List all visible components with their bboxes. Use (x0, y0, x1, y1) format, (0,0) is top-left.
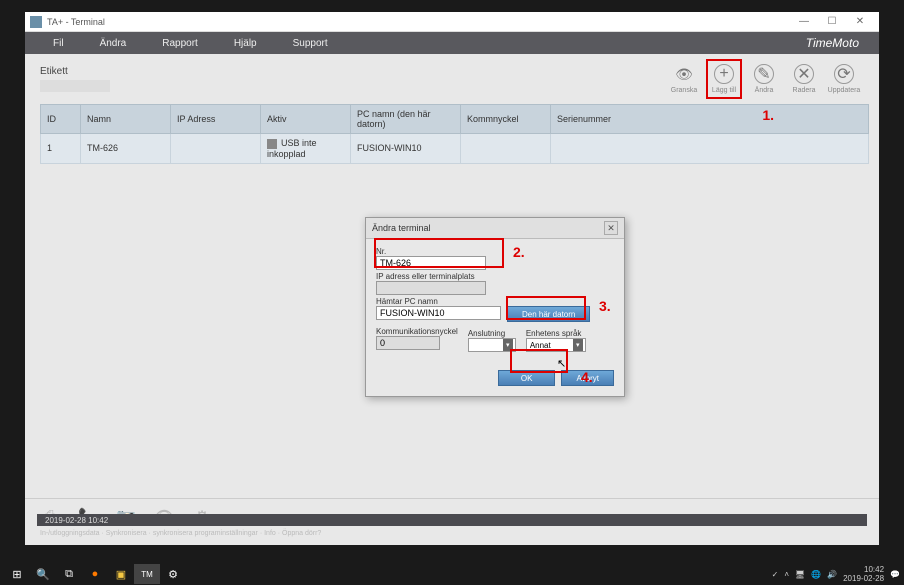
edit-icon: ✎ (754, 64, 774, 84)
cursor-icon: ↖ (557, 357, 566, 370)
this-pc-button[interactable]: Den här datorn (507, 306, 590, 322)
review-button[interactable]: 👁 Granska (666, 59, 702, 99)
table-row[interactable]: 1 TM-626 USB inte inkopplad FUSION-WIN10 (41, 134, 869, 164)
maximize-button[interactable]: ☐ (818, 13, 846, 31)
menu-andra[interactable]: Ändra (82, 32, 145, 54)
tray-notifications-icon[interactable]: 💬 (890, 570, 900, 579)
minimize-button[interactable]: — (790, 13, 818, 31)
files-icon[interactable]: ▣ (108, 564, 134, 584)
pc-label: Hämtar PC namn (376, 297, 614, 306)
ansl-label: Anslutning (468, 329, 516, 338)
ok-button[interactable]: OK (498, 370, 556, 386)
taskview-button[interactable]: ⧉ (56, 564, 82, 584)
th-serie[interactable]: Serienummer (551, 105, 869, 134)
dialog-close-button[interactable]: ✕ (604, 221, 618, 235)
app-taskbar-icon[interactable]: TM (134, 564, 160, 584)
status-bar: 2019-02-28 10:42 (37, 514, 867, 526)
anslutning-dropdown[interactable] (468, 338, 516, 352)
tray-network-icon[interactable]: 🌐 (811, 570, 821, 579)
th-namn[interactable]: Namn (81, 105, 171, 134)
edit-button[interactable]: ✎ Ändra (746, 59, 782, 99)
taskbar: ⊞ 🔍 ⧉ ● ▣ TM ⚙ ✓ ˄ 🖥 🌐 🔊 10:42 2019-02-2… (0, 563, 904, 585)
x-icon: ✕ (794, 64, 814, 84)
refresh-button[interactable]: ⟳ Uppdatera (826, 59, 862, 99)
start-button[interactable]: ⊞ (4, 564, 30, 584)
window-title: TA+ - Terminal (47, 17, 105, 27)
menu-hjalp[interactable]: Hjälp (216, 32, 275, 54)
th-aktiv[interactable]: Aktiv (261, 105, 351, 134)
th-komm[interactable]: Kommnyckel (461, 105, 551, 134)
menu-fil[interactable]: Fil (35, 32, 82, 54)
brand-label: TimeMoto (806, 36, 869, 50)
ip-label: IP adress eller terminalplats (376, 272, 614, 281)
settings-icon[interactable]: ⚙ (160, 564, 186, 584)
komm-label: Kommunikationsnyckel (376, 327, 458, 336)
pc-input[interactable]: FUSION-WIN10 (376, 306, 501, 320)
etikett-label: Etikett (40, 66, 110, 77)
plus-icon: + (714, 64, 734, 84)
dialog-titlebar[interactable]: Ändra terminal ✕ (366, 218, 624, 239)
clock[interactable]: 10:42 2019-02-28 (843, 565, 884, 583)
close-button[interactable]: ✕ (846, 13, 874, 31)
annotation-4: 4. (581, 369, 593, 385)
menubar: Fil Ändra Rapport Hjälp Support TimeMoto (25, 32, 879, 54)
eye-icon: 👁 (674, 64, 694, 84)
annotation-2: 2. (513, 244, 525, 260)
komm-input[interactable]: 0 (376, 336, 440, 350)
sprak-dropdown[interactable]: Annat (526, 338, 586, 352)
search-button[interactable]: 🔍 (30, 564, 56, 584)
nr-input[interactable]: TM-626 (376, 256, 486, 270)
browser-icon[interactable]: ● (82, 564, 108, 584)
annotation-3: 3. (599, 298, 611, 314)
tray-volume-icon[interactable]: 🔊 (827, 570, 837, 579)
usb-icon (267, 139, 277, 149)
window-titlebar: TA+ - Terminal — ☐ ✕ (25, 12, 879, 32)
annotation-1: 1. (762, 107, 774, 123)
th-pc[interactable]: PC namn (den här datorn) (351, 105, 461, 134)
sprak-label: Enhetens språk (526, 329, 586, 338)
app-icon (30, 16, 42, 28)
toolbar: Etikett 👁 Granska + Lägg till ✎ Ändra ✕ … (25, 54, 879, 104)
th-id[interactable]: ID (41, 105, 81, 134)
tray-icon[interactable]: ✓ (772, 570, 779, 579)
ip-input[interactable] (376, 281, 486, 295)
add-button[interactable]: + Lägg till (706, 59, 742, 99)
footer-text: In-/utloggningsdata · Synkronisera · syn… (40, 530, 864, 537)
menu-support[interactable]: Support (275, 32, 346, 54)
tray-display-icon[interactable]: 🖥 (795, 570, 805, 579)
delete-button[interactable]: ✕ Radera (786, 59, 822, 99)
nr-label: Nr. (376, 247, 614, 256)
menu-rapport[interactable]: Rapport (144, 32, 216, 54)
terminals-table: ID Namn IP Adress Aktiv PC namn (den här… (40, 104, 869, 164)
th-ip[interactable]: IP Adress (171, 105, 261, 134)
tray-chevron-icon[interactable]: ˄ (784, 570, 789, 579)
etikett-field[interactable] (40, 80, 110, 92)
refresh-icon: ⟳ (834, 64, 854, 84)
